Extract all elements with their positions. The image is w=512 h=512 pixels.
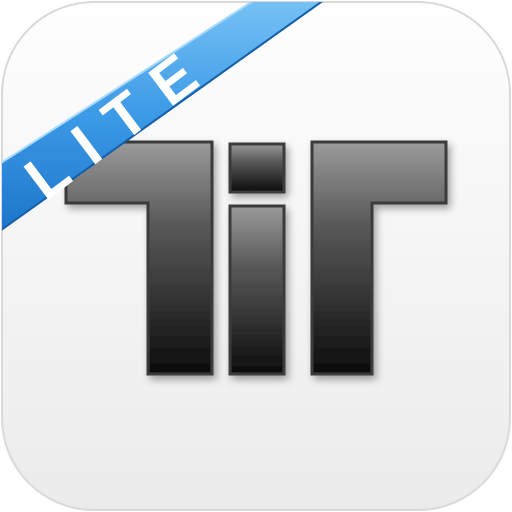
app-icon-graphic: LITE xyxy=(1,1,511,511)
logo-glyph-i-dot xyxy=(228,142,286,194)
logo-glyph-i-stem xyxy=(228,204,286,376)
app-icon[interactable]: LITE xyxy=(0,0,512,512)
